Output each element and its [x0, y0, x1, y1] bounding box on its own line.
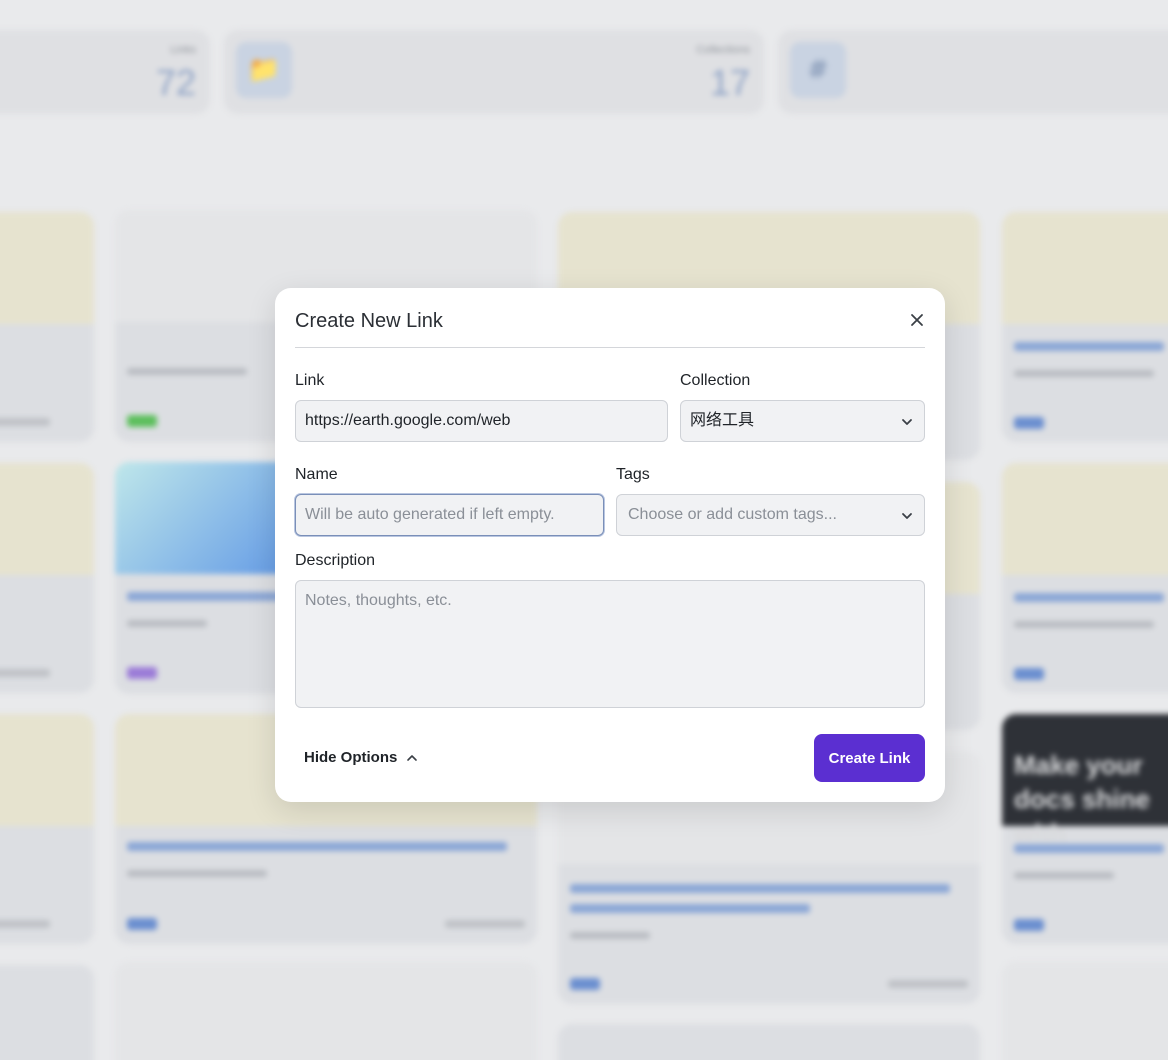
link-card — [558, 1024, 980, 1060]
modal-title: Create New Link — [295, 310, 443, 332]
link-card — [1002, 463, 1168, 693]
hide-options-label: Hide Options — [304, 749, 398, 766]
stat-collections-label: Collections — [696, 44, 750, 56]
name-label: Name — [295, 466, 338, 483]
stat-collections: 📁 Collections 17 — [224, 30, 764, 114]
chevron-up-icon — [407, 754, 418, 761]
stat-links-label: Links — [170, 44, 196, 56]
collection-select[interactable]: 网络工具 — [680, 400, 925, 442]
collection-label: Collection — [680, 372, 751, 389]
stat-collections-value: 17 — [709, 62, 750, 103]
close-icon — [911, 314, 923, 326]
card-title: Make your docs shine with — [1014, 750, 1150, 848]
tags-label: Tags — [616, 466, 650, 483]
link-card — [1002, 962, 1168, 1060]
collection-value: 网络工具 — [690, 412, 755, 429]
title-divider — [295, 347, 925, 348]
tags-placeholder: Choose or add custom tags... — [628, 506, 837, 523]
create-link-button[interactable]: Create Link — [814, 734, 925, 782]
link-label: Link — [295, 372, 325, 389]
link-card — [0, 714, 94, 944]
description-textarea[interactable] — [295, 580, 925, 708]
stat-links: Links 72 — [0, 30, 210, 114]
chevron-down-icon — [902, 419, 912, 425]
link-card — [0, 463, 94, 693]
hash-icon: # — [790, 42, 846, 98]
name-input[interactable] — [295, 494, 604, 536]
link-input[interactable] — [295, 400, 668, 442]
link-card — [115, 962, 537, 1060]
stat-links-value: 72 — [155, 62, 196, 103]
close-button[interactable] — [907, 310, 927, 330]
description-label: Description — [295, 552, 376, 569]
link-card — [1002, 212, 1168, 442]
chevron-down-icon — [902, 513, 912, 519]
create-link-modal: Create New Link Link Collection 网络工具 Nam… — [275, 288, 945, 802]
tags-select[interactable]: Choose or add custom tags... — [616, 494, 925, 536]
folder-icon: 📁 — [236, 42, 292, 98]
link-card — [0, 965, 94, 1060]
link-card — [0, 212, 94, 442]
stat-tags: # — [778, 30, 1168, 114]
link-card: Make your docs shine with — [1002, 714, 1168, 944]
hide-options-toggle[interactable]: Hide Options — [304, 749, 419, 766]
